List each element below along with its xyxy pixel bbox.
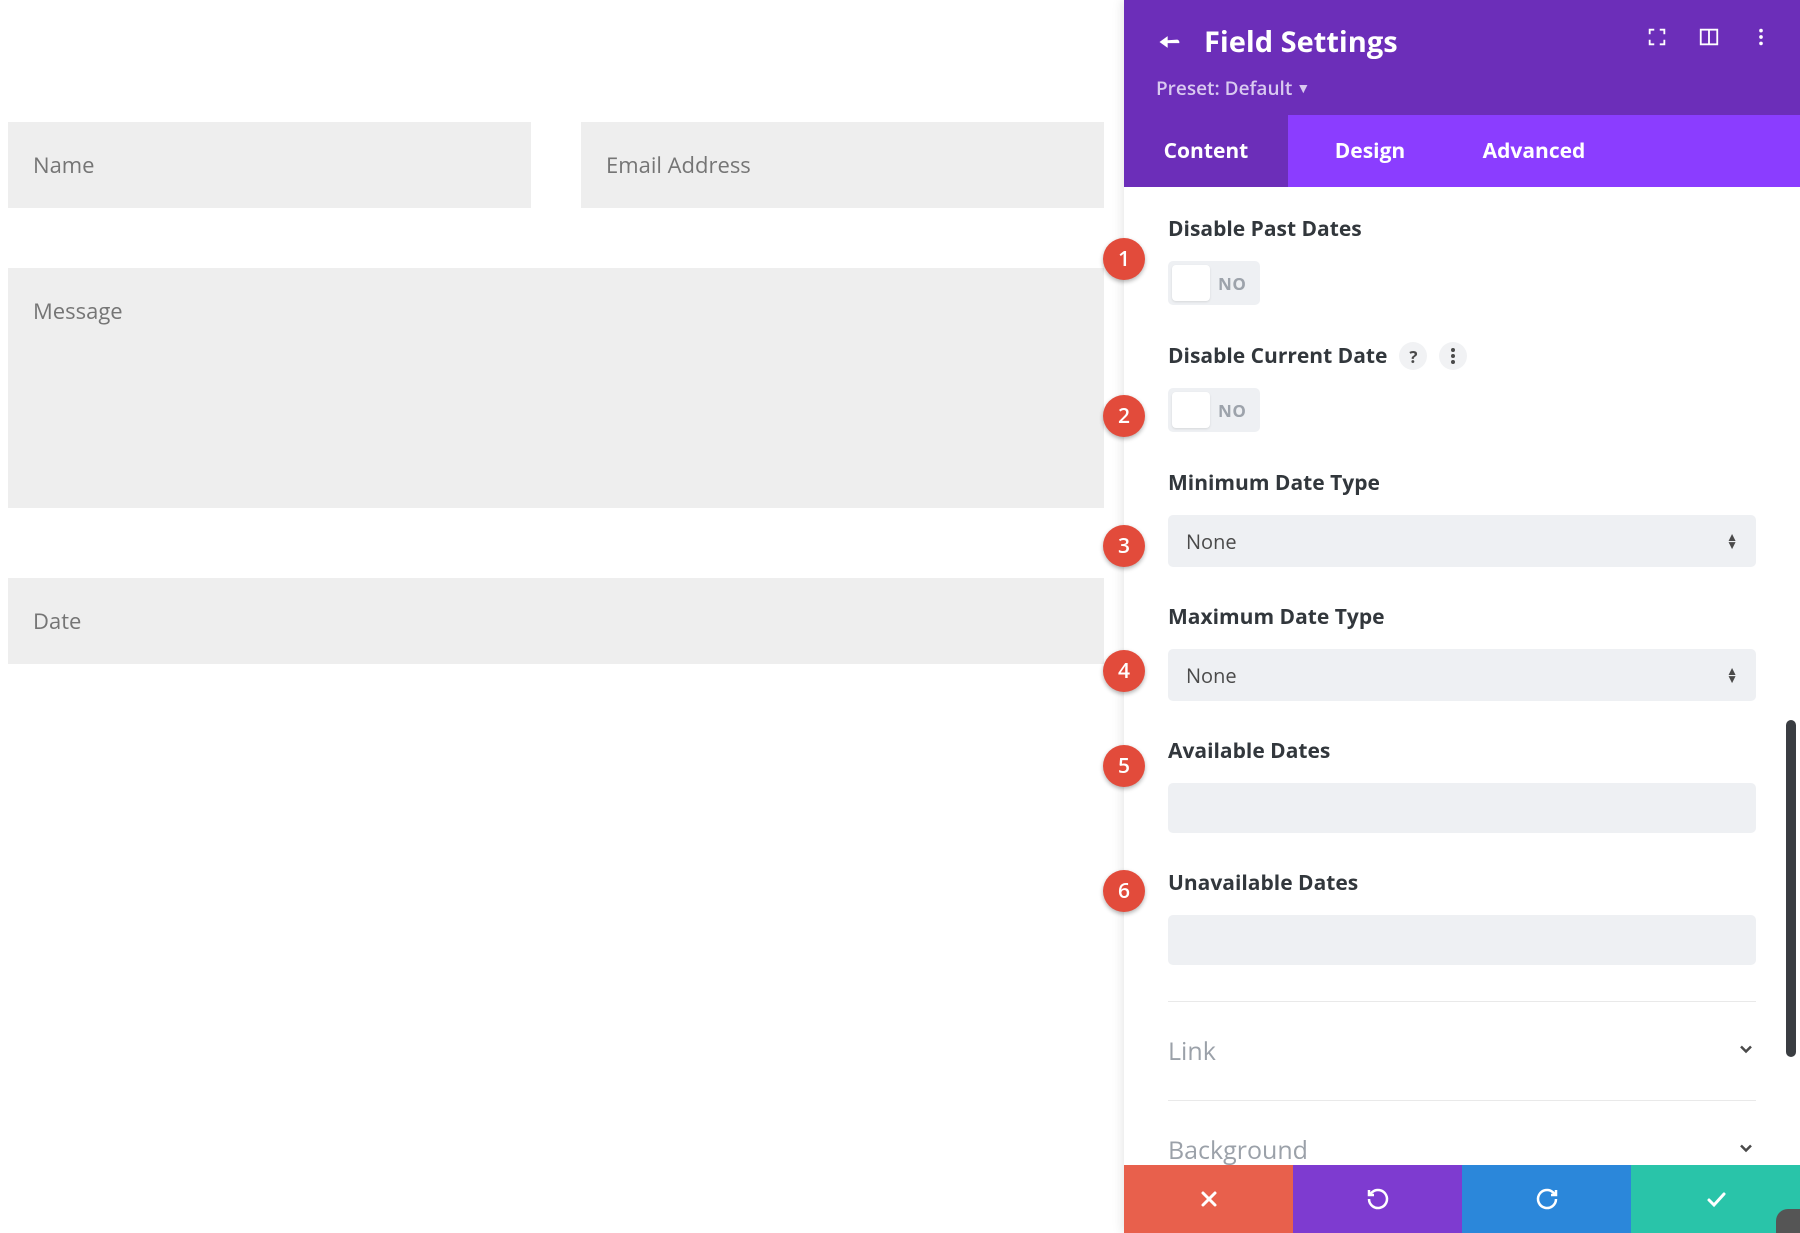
more-icon[interactable] (1439, 342, 1467, 370)
form-area (8, 122, 1104, 664)
select-max-date-type[interactable]: None ▲▼ (1168, 649, 1756, 701)
setting-unavailable-dates: Unavailable Dates (1168, 869, 1756, 965)
tab-content[interactable]: Content (1124, 115, 1288, 187)
help-icon[interactable]: ? (1399, 342, 1427, 370)
panel-header: Field Settings Preset: Default ▼ (1124, 0, 1800, 115)
callout-2: 2 (1103, 395, 1145, 437)
callout-5: 5 (1103, 745, 1145, 787)
select-value: None (1186, 662, 1237, 689)
date-field[interactable] (8, 578, 1104, 664)
label-disable-current: Disable Current Date (1168, 342, 1387, 370)
tab-advanced[interactable]: Advanced (1452, 115, 1616, 187)
save-button[interactable] (1631, 1165, 1800, 1233)
kebab-icon[interactable] (1750, 26, 1772, 48)
tab-design[interactable]: Design (1288, 115, 1452, 187)
panel-tabs: Content Design Advanced (1124, 115, 1800, 187)
panel-title: Field Settings (1204, 22, 1398, 61)
preset-label: Preset: Default (1156, 75, 1292, 101)
row-name-email (8, 122, 1104, 208)
scrollbar[interactable] (1786, 720, 1796, 1057)
chevron-down-icon (1736, 1135, 1756, 1165)
expand-icon[interactable] (1646, 26, 1668, 48)
toggle-handle (1172, 265, 1210, 301)
chevron-down-icon (1736, 1036, 1756, 1066)
setting-min-date-type: Minimum Date Type None ▲▼ (1168, 469, 1756, 567)
setting-disable-current: Disable Current Date ? NO (1168, 342, 1756, 433)
toggle-value: NO (1218, 272, 1246, 295)
toggle-disable-current[interactable]: NO (1168, 388, 1260, 432)
callout-1: 1 (1103, 238, 1145, 280)
field-settings-panel: Field Settings Preset: Default ▼ Content… (1124, 0, 1800, 1233)
panel-footer (1124, 1165, 1800, 1233)
sort-icon: ▲▼ (1726, 667, 1738, 683)
scroll-hint-icon (1776, 1209, 1800, 1233)
toggle-handle (1172, 392, 1210, 428)
input-unavailable-dates[interactable] (1168, 915, 1756, 965)
setting-available-dates: Available Dates (1168, 737, 1756, 833)
setting-max-date-type: Maximum Date Type None ▲▼ (1168, 603, 1756, 701)
email-field[interactable] (581, 122, 1104, 208)
accordion-label: Background (1168, 1133, 1308, 1165)
accordion-background[interactable]: Background (1168, 1100, 1756, 1165)
select-value: None (1186, 528, 1237, 555)
name-field[interactable] (8, 122, 531, 208)
toggle-value: NO (1218, 399, 1246, 422)
accordion-label: Link (1168, 1034, 1216, 1068)
accordion-link[interactable]: Link (1168, 1001, 1756, 1100)
input-available-dates[interactable] (1168, 783, 1756, 833)
callout-3: 3 (1103, 525, 1145, 567)
callout-6: 6 (1103, 870, 1145, 912)
cancel-button[interactable] (1124, 1165, 1293, 1233)
message-field[interactable] (8, 268, 1104, 508)
columns-icon[interactable] (1698, 26, 1720, 48)
label-unavailable-dates: Unavailable Dates (1168, 869, 1756, 897)
label-available-dates: Available Dates (1168, 737, 1756, 765)
caret-down-icon: ▼ (1296, 79, 1310, 98)
label-min-date-type: Minimum Date Type (1168, 469, 1756, 497)
undo-button[interactable] (1293, 1165, 1462, 1233)
label-max-date-type: Maximum Date Type (1168, 603, 1756, 631)
panel-body[interactable]: Disable Past Dates NO Disable Current Da… (1124, 187, 1800, 1165)
label-disable-past: Disable Past Dates (1168, 215, 1756, 243)
form-preview (0, 0, 1124, 1233)
setting-disable-past: Disable Past Dates NO (1168, 215, 1756, 306)
select-min-date-type[interactable]: None ▲▼ (1168, 515, 1756, 567)
preset-selector[interactable]: Preset: Default ▼ (1156, 75, 1768, 101)
redo-button[interactable] (1462, 1165, 1631, 1233)
sort-icon: ▲▼ (1726, 533, 1738, 549)
toggle-disable-past[interactable]: NO (1168, 261, 1260, 305)
callout-4: 4 (1103, 650, 1145, 692)
back-icon[interactable] (1156, 28, 1184, 56)
